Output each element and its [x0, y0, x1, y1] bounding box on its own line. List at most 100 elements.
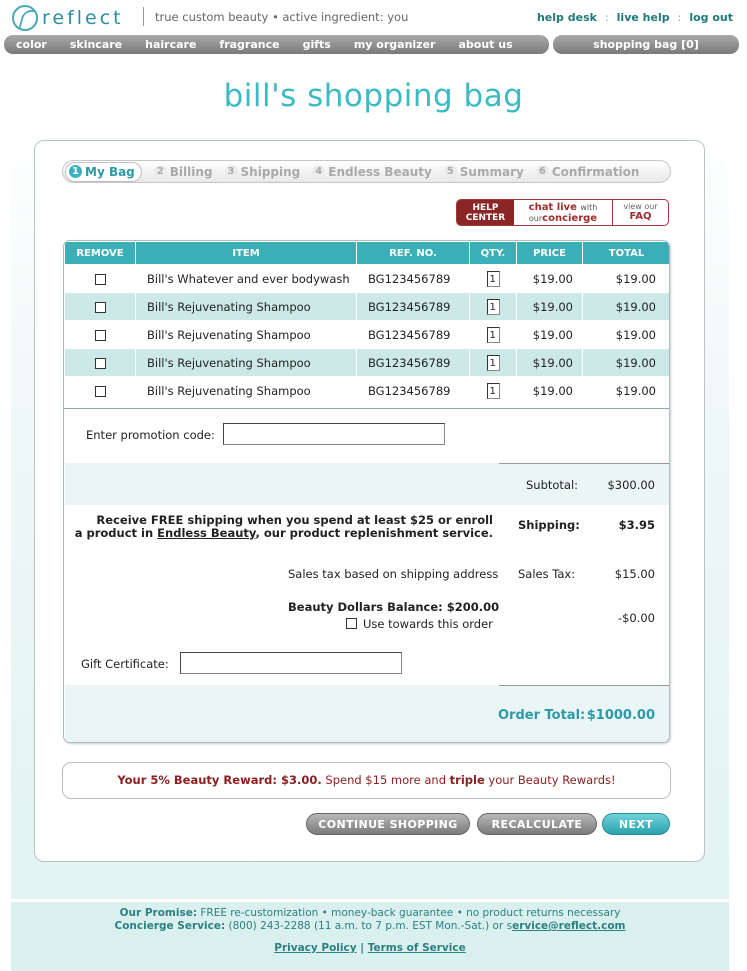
nav-item-my-organizer[interactable]: my organizer — [354, 38, 436, 51]
table-row: Bill's Rejuvenating Shampoo BG123456789 … — [65, 349, 669, 376]
table-divider — [64, 408, 669, 409]
footer: Our Promise: FREE re-customization • mon… — [11, 902, 729, 971]
link-separator: : — [604, 11, 609, 24]
item-total: $19.00 — [583, 265, 669, 292]
col-total: TOTAL — [583, 242, 669, 264]
remove-checkbox[interactable] — [94, 357, 106, 369]
qty-input[interactable]: 1 — [486, 270, 500, 287]
qty-input[interactable]: 1 — [486, 326, 500, 343]
reward-amount: Your 5% Beauty Reward: $3.00. — [117, 773, 322, 787]
ref-number: BG123456789 — [357, 293, 469, 320]
item-name: Bill's Rejuvenating Shampoo — [136, 377, 356, 404]
ref-number: BG123456789 — [357, 349, 469, 376]
promise-label: Our Promise: — [119, 907, 198, 919]
link-separator: : — [677, 11, 682, 24]
qty-input[interactable]: 1 — [486, 298, 500, 315]
free-shipping-line2-post: , our product replenishment service. — [255, 526, 494, 540]
chat-live-button[interactable]: chat live with ourconcierge — [514, 200, 613, 225]
item-total: $19.00 — [583, 349, 669, 376]
qty-input[interactable]: 1 — [486, 382, 500, 399]
nav-item-color[interactable]: color — [16, 38, 47, 51]
shipping-value: $3.95 — [618, 518, 655, 532]
concierge-label: Concierge Service: — [114, 920, 226, 932]
logo[interactable]: reflect — [12, 5, 124, 31]
col-qty: QTY. — [470, 242, 516, 264]
concierge-text: (800) 243-2288 (11 a.m. to 7 p.m. EST Mo… — [225, 920, 513, 932]
recalculate-button[interactable]: RECALCULATE — [477, 813, 597, 835]
step-number: 1 — [69, 165, 82, 178]
item-price: $19.00 — [517, 321, 582, 348]
step-my-bag[interactable]: 1 My Bag — [65, 161, 142, 182]
nav-item-skincare[interactable]: skincare — [70, 38, 122, 51]
item-total: $19.00 — [583, 321, 669, 348]
chat-concierge-text: concierge — [542, 213, 598, 224]
remove-checkbox[interactable] — [94, 273, 106, 285]
step-confirmation[interactable]: 6 Confirmation — [535, 165, 639, 179]
reward-triple: triple — [449, 773, 485, 787]
remove-checkbox[interactable] — [94, 385, 106, 397]
order-total-rule — [499, 685, 669, 686]
remove-checkbox[interactable] — [94, 301, 106, 313]
nav-item-gifts[interactable]: gifts — [303, 38, 331, 51]
live-help-link[interactable]: live help — [617, 11, 670, 24]
nav-item-haircare[interactable]: haircare — [145, 38, 196, 51]
faq-text: FAQ — [629, 211, 652, 222]
step-billing[interactable]: 2 Billing — [153, 164, 213, 179]
logo-mark-icon — [12, 5, 38, 31]
step-shipping[interactable]: 3 Shipping — [224, 164, 301, 179]
next-button[interactable]: NEXT — [602, 813, 670, 835]
beauty-reward-banner: Your 5% Beauty Reward: $3.00. Spend $15 … — [62, 762, 671, 799]
step-label: My Bag — [85, 164, 135, 179]
step-summary[interactable]: 5 Summary — [443, 165, 524, 179]
step-number: 2 — [153, 165, 167, 178]
col-ref: REF. NO. — [357, 242, 469, 264]
help-center-line1: HELP — [472, 203, 499, 213]
free-shipping-message: Receive FREE shipping when you spend at … — [73, 514, 493, 540]
step-number: 6 — [535, 165, 549, 178]
qty-input[interactable]: 1 — [486, 354, 500, 371]
header-divider — [143, 7, 144, 26]
use-towards-label: Use towards this order — [363, 617, 493, 631]
cart-box: REMOVE ITEM REF. NO. QTY. PRICE TOTAL Bi… — [63, 240, 670, 743]
item-total: $19.00 — [583, 293, 669, 320]
col-item: ITEM — [136, 242, 356, 264]
beauty-dollars-value: -$0.00 — [617, 611, 655, 625]
promo-code-input[interactable] — [223, 423, 445, 445]
step-number: 5 — [443, 165, 457, 178]
nav-item-fragrance[interactable]: fragrance — [219, 38, 279, 51]
gift-certificate-input[interactable] — [180, 652, 402, 674]
service-email-link[interactable]: ervice@reflect.com — [512, 920, 625, 932]
shopping-bag-tab[interactable]: shopping bag [0] — [553, 35, 739, 54]
chat-our-text: our — [528, 214, 543, 223]
endless-beauty-link[interactable]: Endless Beauty — [157, 526, 255, 540]
subtotal-value: $300.00 — [607, 478, 655, 492]
reward-end: your Beauty Rewards! — [484, 773, 616, 787]
terms-of-service-link[interactable]: Terms of Service — [368, 942, 466, 954]
help-desk-link[interactable]: help desk — [537, 11, 597, 24]
continue-shopping-button[interactable]: CONTINUE SHOPPING — [306, 813, 470, 835]
cart-table: REMOVE ITEM REF. NO. QTY. PRICE TOTAL Bi… — [64, 241, 669, 405]
step-endless-beauty[interactable]: 4 Endless Beauty — [312, 165, 432, 179]
item-name: Bill's Rejuvenating Shampoo — [136, 321, 356, 348]
remove-checkbox[interactable] — [94, 329, 106, 341]
item-price: $19.00 — [517, 377, 582, 404]
shipping-label: Shipping: — [518, 518, 580, 532]
faq-button[interactable]: view our FAQ — [613, 200, 668, 225]
ref-number: BG123456789 — [357, 265, 469, 292]
log-out-link[interactable]: log out — [689, 11, 733, 24]
step-label: Billing — [169, 164, 213, 179]
item-price: $19.00 — [517, 265, 582, 292]
promo-code-label: Enter promotion code: — [86, 428, 215, 442]
step-label: Shipping — [240, 164, 301, 179]
privacy-policy-link[interactable]: Privacy Policy — [274, 942, 356, 954]
subtotal-rule — [499, 463, 669, 464]
use-beauty-dollars-checkbox[interactable] — [346, 618, 357, 629]
item-total: $19.00 — [583, 377, 669, 404]
step-label: Endless Beauty — [328, 164, 432, 179]
item-name: Bill's Rejuvenating Shampoo — [136, 293, 356, 320]
step-number: 4 — [312, 165, 326, 178]
tagline: true custom beauty • active ingredient: … — [155, 10, 409, 24]
nav-item-about-us[interactable]: about us — [458, 38, 512, 51]
subtotal-band — [65, 463, 669, 505]
help-center-button[interactable]: HELP CENTER — [457, 200, 514, 225]
